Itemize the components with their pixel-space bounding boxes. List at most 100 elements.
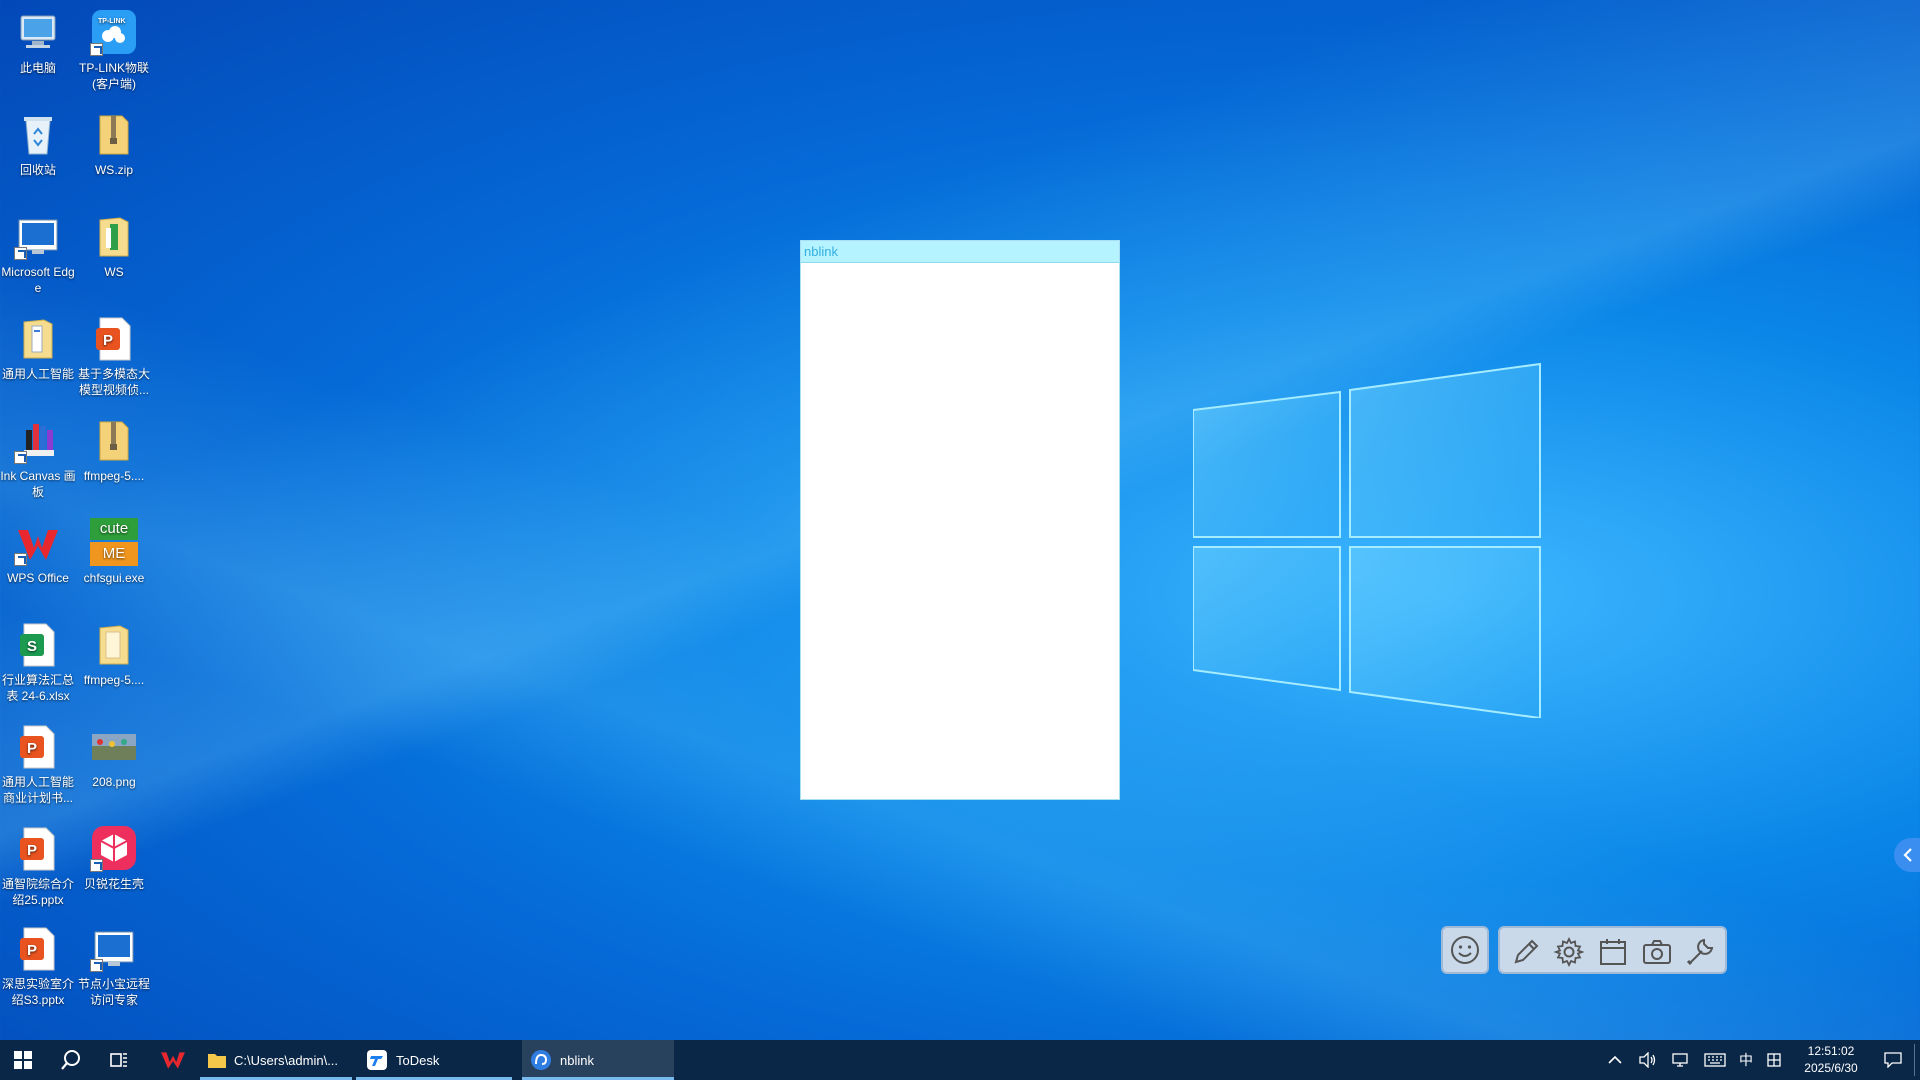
desktop-icon-label: TP-LINK物联(客户端) [78,61,149,91]
desktop-icon-label: 通用人工智能 [1,367,74,381]
desktop-icon-label: 通用人工智能商业计划书... [1,775,74,805]
screenshot-button[interactable] [1639,934,1675,970]
nblink-icon [531,1050,551,1070]
side-panel-toggle[interactable] [1894,838,1920,872]
window-title: nblink [804,244,838,259]
tray-keyboard-button[interactable] [1700,1040,1730,1080]
desktop-icon-agi-bp-ppt[interactable]: P 通用人工智能商业计划书... [0,718,76,814]
keyboard-icon [1704,1053,1726,1067]
desktop-icon-ffmpeg-zip[interactable]: ffmpeg-5.... [76,412,152,508]
svg-text:P: P [27,942,37,959]
desktop-icon-label: 行业算法汇总表 24-6.xlsx [1,673,74,703]
desktop-icon-ws-zip[interactable]: WS.zip [76,106,152,202]
wps-icon [161,1052,185,1069]
image-file-icon [90,722,138,770]
desktop-icon-label: 此电脑 [19,61,56,75]
desktop-icon-this-pc[interactable]: 此电脑 [0,4,76,100]
zip-folder-icon [90,110,138,158]
desktop-icon-remote-access[interactable]: 节点小宝远程访问专家 [76,920,152,1016]
desktop-icon-chfsgui[interactable]: cute ME chfsgui.exe [76,514,152,610]
cuteme-icon: cute ME [90,518,138,566]
windows-start-icon [14,1051,32,1069]
tray-ime-mode-button[interactable] [1762,1040,1786,1080]
wrench-icon [1686,938,1714,966]
settings-button[interactable] [1551,934,1587,970]
cuteme-bottom-text: ME [90,542,138,566]
folder-icon [90,212,138,260]
desktop-icon-tplink[interactable]: TP-LINK TP-LINK物联(客户端) [76,4,152,100]
tray-overflow-button[interactable] [1602,1040,1628,1080]
shortcut-arrow-icon [14,553,27,566]
search-icon [61,1050,80,1070]
desktop-icon-208-png[interactable]: 208.png [76,718,152,814]
taskbar-app-explorer[interactable]: C:\Users\admin\... [200,1040,352,1080]
ppt-file-icon: P [14,924,62,972]
show-desktop-divider[interactable] [1914,1044,1915,1076]
taskbar-clock[interactable]: 12:51:02 2025/6/30 [1786,1043,1876,1077]
desktop-icon-ffmpeg-folder[interactable]: ffmpeg-5.... [76,616,152,712]
shortcut-arrow-icon [90,859,103,872]
taskbar: C:\Users\admin\... ToDesk nblink 中 12:51… [0,1040,1920,1080]
desktop-icon-label: 回收站 [19,163,56,177]
desktop-icon-algo-xlsx[interactable]: S 行业算法汇总表 24-6.xlsx [0,616,76,712]
taskbar-app-todesk[interactable]: ToDesk [356,1040,512,1080]
desktop-icon-label: chfsgui.exe [83,571,145,585]
xlsx-file-icon: S [14,620,62,668]
desktop-icon-label: 208.png [92,775,136,789]
desktop-icon-label: ffmpeg-5.... [83,673,145,687]
nblink-window[interactable]: nblink [800,240,1120,800]
emoji-button[interactable] [1441,926,1489,974]
remote-access-icon [90,924,138,972]
folder-icon [90,620,138,668]
ink-toolbar [1498,926,1727,974]
desktop-icon-ink-canvas[interactable]: Ink Canvas 画板 [0,412,76,508]
folder-icon [14,314,62,362]
desktop-icon-wps-office[interactable]: WPS Office [0,514,76,610]
search-button[interactable] [48,1040,94,1080]
desktop-icon-label: Ink Canvas 画板 [0,469,76,499]
task-view-button[interactable] [96,1040,142,1080]
desktop-icon-label: 节点小宝远程访问专家 [77,977,150,1007]
desktop-icon-label: WPS Office [7,571,69,585]
window-content-area[interactable] [801,263,1119,799]
taskbar-app-nblink[interactable]: nblink [522,1040,674,1080]
desktop-icon-edge[interactable]: Microsoft Edge [0,208,76,304]
tray-ime-button[interactable]: 中 [1734,1040,1758,1080]
calendar-button[interactable] [1595,934,1631,970]
edge-icon [14,212,62,260]
tray-volume-button[interactable] [1634,1040,1662,1080]
clock-date: 2025/6/30 [1804,1061,1858,1075]
tools-button[interactable] [1682,934,1718,970]
desktop-icon-label: 通智院综合介绍25.pptx [1,877,74,907]
desktop-icon-label: WS [104,265,124,279]
ppt-file-icon: P [90,314,138,362]
pen-button[interactable] [1508,934,1544,970]
calendar-icon [1600,939,1626,965]
taskbar-app-label: nblink [560,1052,594,1068]
clock-time: 12:51:02 [1807,1044,1855,1058]
desktop-icon-multimodal-ppt[interactable]: P 基于多模态大模型视频侦... [76,310,152,406]
shortcut-arrow-icon [14,451,27,464]
window-titlebar[interactable]: nblink [801,241,1119,263]
taskbar-wps-button[interactable] [150,1040,196,1080]
start-button[interactable] [0,1040,46,1080]
ppt-file-icon: P [14,722,62,770]
desktop-icon-label: Microsoft Edge [1,265,75,295]
gear-icon [1553,936,1585,968]
desktop-icon-intro25-ppt[interactable]: P 通智院综合介绍25.pptx [0,820,76,916]
desktop-icon-oray[interactable]: 贝锐花生壳 [76,820,152,916]
tplink-icon: TP-LINK [90,8,138,56]
todesk-icon [367,1050,387,1070]
desktop-icon-agi-folder[interactable]: 通用人工智能 [0,310,76,406]
notification-center-button[interactable] [1876,1040,1910,1080]
taskbar-app-label: C:\Users\admin\... [234,1052,339,1068]
desktop-icon-s3-ppt[interactable]: P 深思实验室介绍S3.pptx [0,920,76,1016]
windows-logo-wallpaper [1193,362,1541,718]
volume-icon [1639,1052,1656,1068]
recycle-bin-icon [14,110,62,158]
ime-indicator: 中 [1739,1052,1753,1068]
wps-icon [14,518,62,566]
tray-network-button[interactable] [1666,1040,1694,1080]
desktop-icon-ws-folder[interactable]: WS [76,208,152,304]
desktop-icon-recycle-bin[interactable]: 回收站 [0,106,76,202]
